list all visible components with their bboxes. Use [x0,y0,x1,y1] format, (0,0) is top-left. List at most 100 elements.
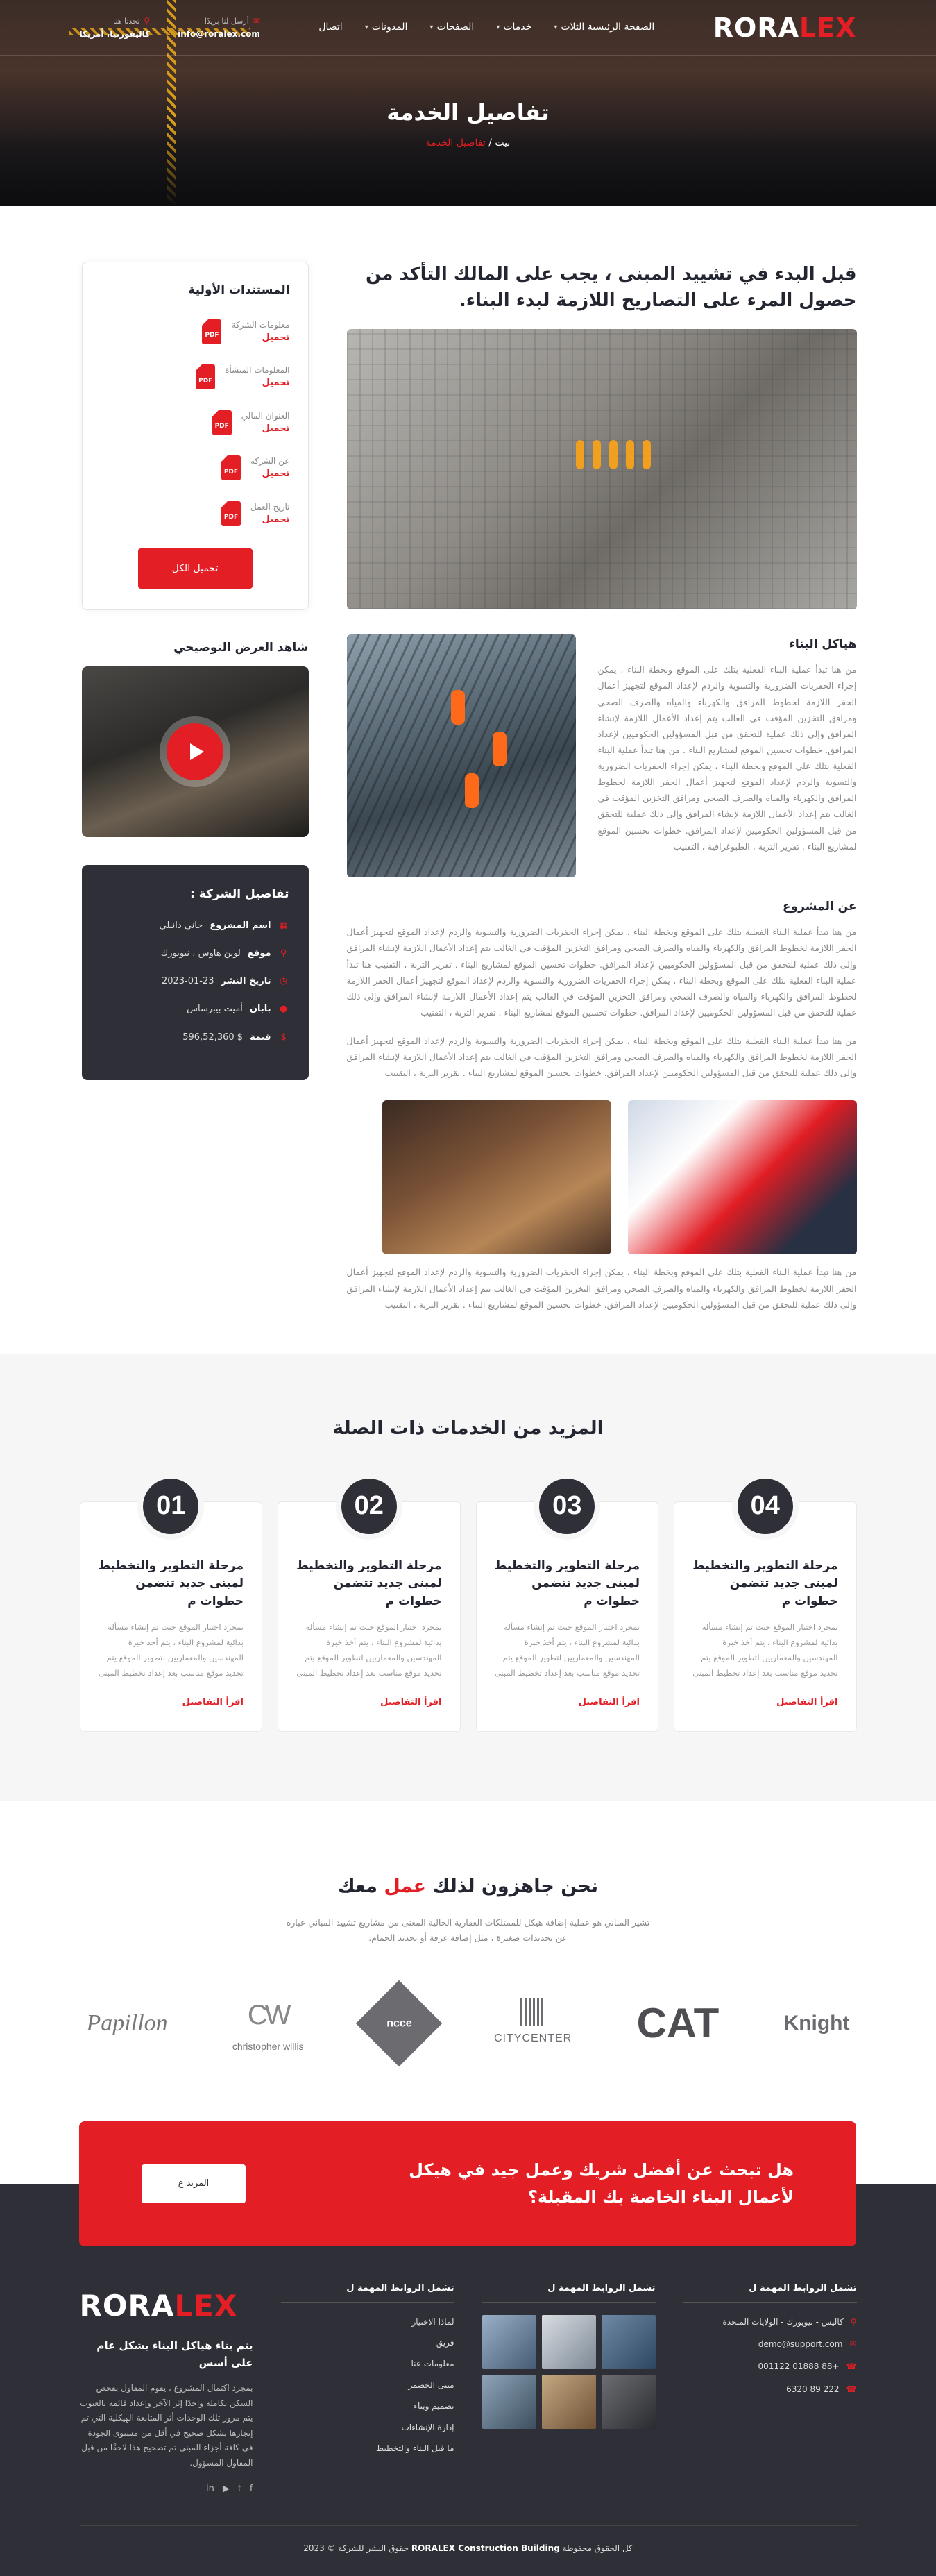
document-item[interactable]: PDF تاريخ العمل تحميل [101,491,290,537]
cta-button[interactable]: المزيد ع [142,2164,246,2203]
partner-logo-text: ncce [386,2017,412,2029]
nav-item-pages[interactable]: الصفحات ▾ [429,19,474,36]
partner-logo-ncce[interactable]: ncce [355,1980,443,2066]
gallery-thumb[interactable] [482,2314,536,2369]
cta-title: هل تبحث عن أفضل شريك وعمل جيد في هيكل لأ… [409,2160,794,2207]
document-name: المعلومات المنشأة [225,365,290,376]
detail-key: موقع [247,948,271,959]
copyright-c: حقوق النشر للشركة © 2023 [303,2543,411,2553]
document-item[interactable]: PDF المعلومات المنشأة تحميل [101,354,290,400]
download-link[interactable]: تحميل [262,331,290,345]
footer-link[interactable]: معلومات عنا [281,2357,454,2371]
service-card: 04 مرحلة التطوير والتخطيط لمبنى جديد تتضم… [674,1472,857,1732]
header-email[interactable]: ✉ أرسل لنا بريدًا info@roralex.com [178,15,260,41]
partner-logo-citycenter[interactable]: CITYCENTER [494,1998,572,2048]
engineers-image [627,1100,857,1255]
document-item[interactable]: PDF العنوان المالي تحميل [101,400,290,446]
partner-logo-cat[interactable]: CAT [636,1988,719,2059]
email-value: info@roralex.com [178,29,260,39]
construction-site-image [346,329,857,610]
detail-value: $ 596,52,360 [182,1032,244,1043]
play-icon[interactable] [167,723,223,781]
download-link[interactable]: تحميل [262,513,290,527]
footer-link[interactable]: مبنى الخصمر [281,2378,454,2392]
download-link[interactable]: تحميل [262,467,290,481]
gallery-thumb[interactable] [541,2314,596,2369]
copyright: كل الحقوق محفوظة RORALEX Construction Bu… [79,2525,857,2555]
demo-video[interactable] [81,666,309,838]
breadcrumb-home[interactable]: بيت [495,137,510,149]
site-logo[interactable]: RORALEX [713,6,857,51]
social-links: f t ▶ in [80,2482,253,2497]
facebook-icon[interactable]: f [250,2482,253,2497]
footer-contact-item[interactable]: ☎ 222 89 6320 [683,2382,856,2396]
footer-contact-text: 222 89 6320 [786,2384,840,2394]
gallery-thumb[interactable] [601,2314,656,2369]
partner-logo-christopher-willis[interactable]: CW christopher willis [232,1992,304,2055]
nav-item-contact[interactable]: اتصال [318,19,342,36]
footer-contact-item[interactable]: ☎ +88 01888 001122 [683,2359,857,2373]
site-footer: تشمل الروابط المهمة ل ⚲ كاليس - نيويورك -… [0,2246,936,2576]
location-value: كاليفورنيا، أمريكا [79,29,151,39]
pdf-icon: PDF [196,364,216,390]
logo-text-a: RORA [713,12,800,43]
logo-text-b: LEX [799,12,857,43]
footer-contact-text: demo@support.com [758,2339,843,2349]
footer-link[interactable]: لماذا الاختيار [281,2315,454,2329]
read-more-link[interactable]: اقرأ التفاصيل [776,1695,837,1710]
company-details-title: تفاصيل الشركة : [190,887,289,902]
site-header: RORALEX الصفحة الرئيسية الثلاث ▾ خدمات ▾ ا… [0,0,936,56]
gallery-thumb[interactable] [541,2374,596,2429]
nav-item-blog[interactable]: المدونات ▾ [365,19,408,36]
download-all-button[interactable]: تحميل الكل [137,548,253,589]
partner-logo-text: CITYCENTER [494,2032,572,2044]
document-name: عن الشركة [250,456,290,466]
pdf-icon: PDF [202,319,222,344]
nav-label: اتصال [318,22,343,33]
footer-link[interactable]: إدارة الإنشاءات [281,2421,454,2434]
read-more-link[interactable]: اقرأ التفاصيل [380,1695,441,1710]
service-card: 01 مرحلة التطوير والتخطيط لمبنى جديد تتضم… [79,1472,262,1732]
partner-logo-knight[interactable]: Knight [784,2005,850,2041]
document-item[interactable]: PDF معلومات الشركة تحميل [101,309,290,355]
footer-link[interactable]: ما قبل البناء والتخطيط [281,2441,454,2455]
gallery-thumb[interactable] [482,2374,536,2429]
footer-link[interactable]: فريق [281,2336,454,2350]
user-icon: ● [279,1004,288,1015]
read-more-link[interactable]: اقرأ التفاصيل [182,1695,244,1710]
nav-item-services[interactable]: خدمات ▾ [496,19,531,36]
partner-logo-text: christopher willis [232,2040,304,2052]
related-services: المزيد من الخدمات ذات الصلة 04 مرحلة التط… [0,1354,936,1801]
related-title: المزيد من الخدمات ذات الصلة [332,1417,604,1439]
pdf-icon: PDF [221,455,241,481]
footer-links: تشمل الروابط المهمة ل لماذا الاختيار فري… [280,2281,454,2498]
detail-value: جاني دانيلي [159,920,203,932]
footer-link[interactable]: تصميم وبناء [281,2399,454,2413]
rebar-workers-image [346,634,576,878]
youtube-icon[interactable]: ▶ [223,2482,230,2497]
linkedin-icon[interactable]: in [206,2482,214,2497]
documents-title: المستندات الأولية [188,283,290,297]
structures-text: من هنا تبدأ عملية البناء الفعلية بتلك عل… [597,664,857,852]
gallery-thumb[interactable] [601,2374,656,2429]
footer-contact-item[interactable]: ✉ demo@support.com [683,2337,857,2351]
service-card: 03 مرحلة التطوير والتخطيط لمبنى جديد تتضم… [475,1472,658,1732]
footer-logo[interactable]: RORALEX [80,2281,253,2330]
about-heading: عن المشروع [783,900,857,914]
documents-card: المستندات الأولية PDF معلومات الشركة تحميل… [81,262,309,611]
download-link[interactable]: تحميل [262,376,290,390]
mail-icon: ✉ [849,2339,857,2349]
document-item[interactable]: PDF عن الشركة تحميل [101,445,290,491]
nav-label: الصفحة الرئيسية الثلاث [561,22,655,33]
nav-item-home[interactable]: الصفحة الرئيسية الثلاث ▾ [554,19,654,36]
download-link[interactable]: تحميل [262,422,290,436]
twitter-icon[interactable]: t [238,2482,241,2497]
read-more-link[interactable]: اقرأ التفاصيل [579,1695,640,1710]
document-name: معلومات الشركة [231,319,290,330]
service-title: مرحلة التطوير والتخطيط لمبنى جديد تتضمن … [494,1558,640,1608]
partner-logo-text: CAT [636,1999,720,2046]
partner-logo-papillon[interactable]: Papillon [87,2003,168,2044]
chevron-down-icon: ▾ [496,24,500,32]
breadcrumb-current: تفاصيل الخدمة [425,137,486,149]
email-label: أرسل لنا بريدًا [204,16,249,26]
